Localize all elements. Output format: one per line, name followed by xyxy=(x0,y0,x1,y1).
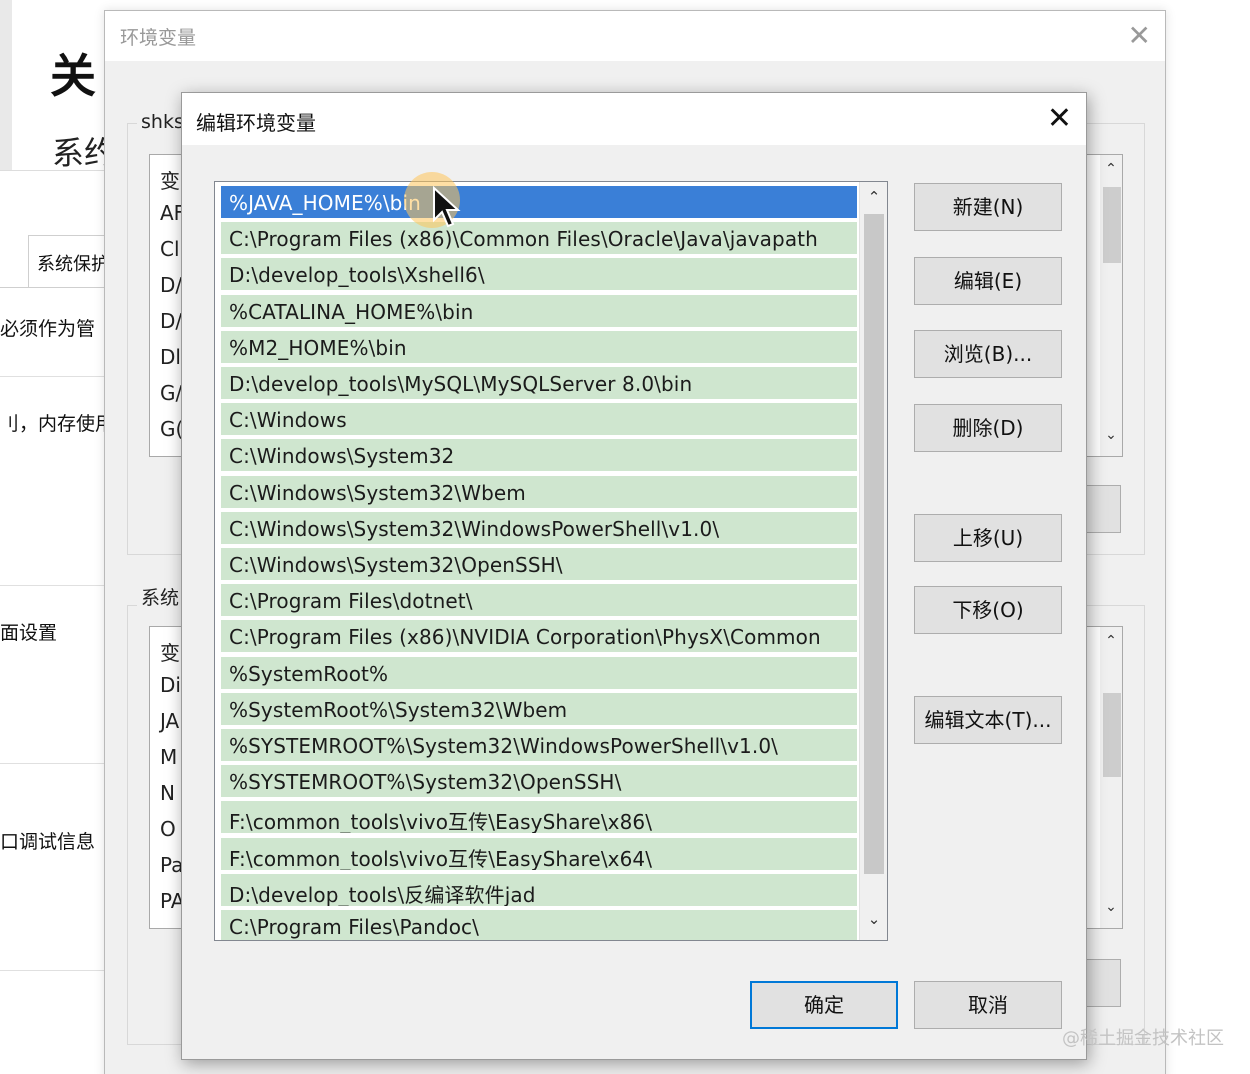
new-button[interactable]: 新建(N) xyxy=(914,183,1062,231)
path-list-item[interactable]: %M2_HOME%\bin xyxy=(221,330,857,365)
scroll-thumb[interactable] xyxy=(1103,693,1121,777)
scroll-down-icon[interactable]: ⌄ xyxy=(1100,899,1122,915)
system-variables-button[interactable] xyxy=(1085,959,1121,1007)
scroll-thumb[interactable] xyxy=(1103,187,1121,263)
edit-button[interactable]: 编辑(E) xyxy=(914,257,1062,305)
about-title: 关 xyxy=(50,49,96,103)
path-list-item[interactable]: F:\common_tools\vivo互传\EasyShare\x64\ xyxy=(221,837,857,872)
dialog-title: 编辑环境变量 xyxy=(196,111,316,135)
tab-divider xyxy=(0,287,110,288)
list-header: 变 xyxy=(160,641,180,665)
debug-info-text: 口调试信息 xyxy=(0,831,96,853)
settings-text: 面设置 xyxy=(0,622,58,644)
path-list-item[interactable]: %SystemRoot%\System32\Wbem xyxy=(221,692,857,727)
scroll-up-icon[interactable]: ⌃ xyxy=(1100,161,1122,177)
divider xyxy=(0,763,110,764)
divider xyxy=(0,585,110,586)
performance-text: 刂，内存使用 xyxy=(0,413,110,435)
system-list-scrollbar[interactable]: ⌃ ⌄ xyxy=(1100,627,1122,928)
browse-button[interactable]: 浏览(B)... xyxy=(914,330,1062,378)
path-list-item[interactable]: D:\develop_tools\反编译软件jad xyxy=(221,873,857,908)
path-list-item[interactable]: C:\Windows\System32 xyxy=(221,439,857,474)
user-variables-button[interactable] xyxy=(1085,485,1121,533)
scroll-down-icon[interactable]: ⌄ xyxy=(860,910,887,928)
path-list-item[interactable]: F:\common_tools\vivo互传\EasyShare\x86\ xyxy=(221,801,857,836)
path-list-item[interactable]: C:\Program Files (x86)\Common Files\Orac… xyxy=(221,222,857,257)
edit-text-button[interactable]: 编辑文本(T)... xyxy=(914,696,1062,744)
list-item[interactable]: G/ xyxy=(160,381,182,405)
list-item[interactable]: Pa xyxy=(160,853,183,877)
list-item[interactable]: Di xyxy=(160,673,181,697)
scroll-thumb[interactable] xyxy=(864,214,884,874)
user-list-scrollbar[interactable]: ⌃ ⌄ xyxy=(1100,155,1122,456)
path-list-item[interactable]: C:\Windows\System32\WindowsPowerShell\v1… xyxy=(221,511,857,546)
env-window-title: 环境变量 xyxy=(120,27,197,49)
list-item[interactable]: N xyxy=(160,781,175,805)
path-list-item[interactable]: C:\Windows\System32\Wbem xyxy=(221,475,857,510)
list-item[interactable]: Cl xyxy=(160,237,180,261)
background-strip xyxy=(0,0,12,170)
path-list-item[interactable]: %SYSTEMROOT%\System32\WindowsPowerShell\… xyxy=(221,729,857,763)
tab-system-protection[interactable]: 系统保护 xyxy=(28,235,110,287)
admin-note-text: 必须作为管 xyxy=(0,318,96,340)
list-item[interactable]: D/ xyxy=(160,273,182,297)
divider xyxy=(0,970,110,971)
ok-button[interactable]: 确定 xyxy=(750,981,898,1029)
path-list-item[interactable]: D:\develop_tools\Xshell6\ xyxy=(221,258,857,293)
mouse-cursor-icon xyxy=(433,186,461,228)
list-item[interactable]: O xyxy=(160,817,176,841)
path-list-item[interactable]: %SystemRoot% xyxy=(221,656,857,691)
list-header: 变 xyxy=(160,169,180,193)
list-item[interactable]: M xyxy=(160,745,177,769)
list-item[interactable]: JA xyxy=(160,709,179,733)
path-list[interactable]: %JAVA_HOME%\bin C:\Program Files (x86)\Co… xyxy=(214,181,888,941)
list-item[interactable]: D/ xyxy=(160,309,182,333)
close-icon[interactable]: ✕ xyxy=(1047,101,1072,136)
cancel-button[interactable]: 取消 xyxy=(914,981,1062,1029)
move-down-button[interactable]: 下移(O) xyxy=(914,586,1062,634)
scroll-down-icon[interactable]: ⌄ xyxy=(1100,427,1122,443)
path-list-item[interactable]: D:\develop_tools\MySQL\MySQLServer 8.0\b… xyxy=(221,367,857,401)
path-list-item[interactable]: C:\Windows\System32\OpenSSH\ xyxy=(221,548,857,582)
edit-environment-variable-dialog: 编辑环境变量 ✕ %JAVA_HOME%\bin C:\Program Files… xyxy=(181,92,1087,1060)
watermark: @稀土掘金技术社区 xyxy=(1062,1028,1224,1049)
dialog-titlebar: 编辑环境变量 ✕ xyxy=(182,93,1086,145)
list-item[interactable]: Dl xyxy=(160,345,181,369)
path-list-item[interactable]: C:\Program Files\dotnet\ xyxy=(221,584,857,619)
close-icon[interactable]: ✕ xyxy=(1128,19,1151,52)
scroll-up-icon[interactable]: ⌃ xyxy=(860,188,887,206)
list-item[interactable]: G( xyxy=(160,417,183,441)
system-variables-label: 系统 xyxy=(137,583,184,610)
path-list-item[interactable]: %JAVA_HOME%\bin xyxy=(221,186,857,220)
path-list-item[interactable]: C:\Program Files\Pandoc\ xyxy=(221,910,857,940)
scroll-up-icon[interactable]: ⌃ xyxy=(1100,633,1122,649)
path-list-scrollbar[interactable]: ⌃ ⌄ xyxy=(859,182,887,940)
path-list-item[interactable]: C:\Windows xyxy=(221,403,857,438)
path-list-item[interactable]: C:\Program Files (x86)\NVIDIA Corporatio… xyxy=(221,620,857,655)
move-up-button[interactable]: 上移(U) xyxy=(914,514,1062,562)
path-list-item[interactable]: %CATALINA_HOME%\bin xyxy=(221,294,857,329)
path-list-item[interactable]: %SYSTEMROOT%\System32\OpenSSH\ xyxy=(221,765,857,800)
delete-button[interactable]: 删除(D) xyxy=(914,404,1062,452)
env-titlebar: 环境变量 ✕ xyxy=(105,11,1165,61)
divider xyxy=(0,376,110,377)
